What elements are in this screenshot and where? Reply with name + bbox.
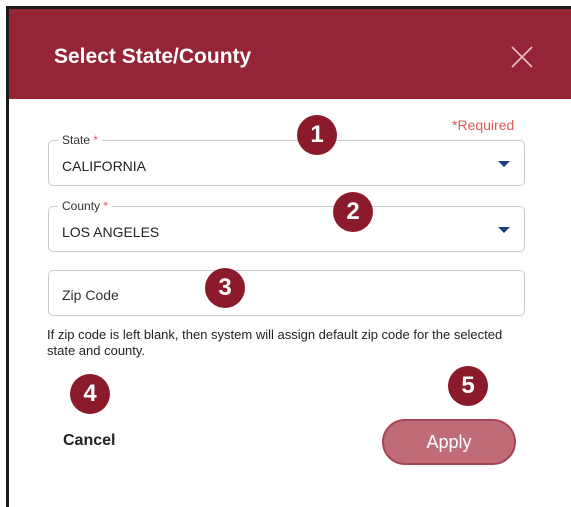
zip-code-hint: If zip code is left blank, then system w…: [47, 327, 503, 358]
county-select[interactable]: County * LOS ANGELES: [48, 199, 525, 252]
chevron-down-icon: [498, 227, 510, 233]
callout-marker-3: 3: [205, 268, 245, 308]
county-value: LOS ANGELES: [62, 224, 160, 240]
callout-marker-5: 5: [448, 366, 488, 406]
close-icon[interactable]: [509, 44, 535, 70]
required-note: *Required: [452, 117, 515, 133]
callout-marker-4: 4: [70, 374, 110, 414]
chevron-down-icon: [498, 161, 510, 167]
callout-marker-2: 2: [333, 192, 373, 232]
cancel-button[interactable]: Cancel: [63, 432, 115, 450]
county-label: County *: [58, 199, 113, 213]
callout-marker-1: 1: [297, 115, 337, 155]
state-value: CALIFORNIA: [62, 158, 147, 174]
apply-button[interactable]: Apply: [382, 419, 516, 465]
zip-code-input[interactable]: Zip Code: [48, 270, 525, 316]
state-select[interactable]: State * CALIFORNIA: [48, 133, 525, 186]
dialog-header: Select State/County: [9, 9, 571, 99]
dialog-title: Select State/County: [54, 45, 252, 68]
zip-code-placeholder: Zip Code: [62, 287, 119, 303]
state-label: State *: [58, 133, 103, 147]
